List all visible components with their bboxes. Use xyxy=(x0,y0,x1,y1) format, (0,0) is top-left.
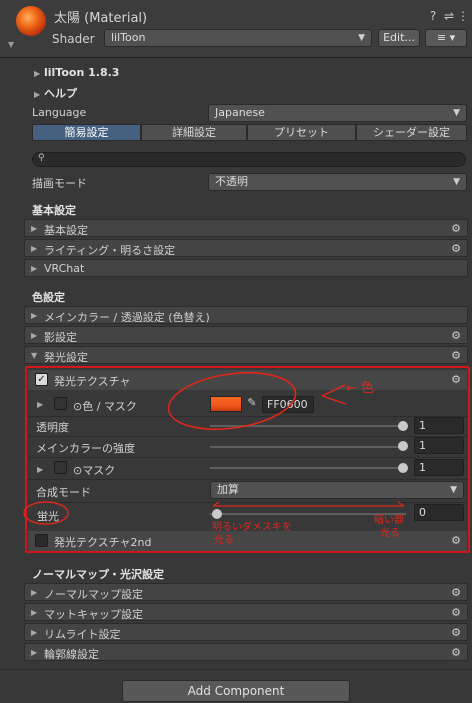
annotation-right-note-1: 暗い部 xyxy=(374,515,404,526)
divider xyxy=(0,669,472,670)
section-label: リムライト設定 xyxy=(44,628,121,641)
section-label: 輪郭線設定 xyxy=(44,648,99,661)
gear-icon[interactable]: ⚙ xyxy=(451,626,461,639)
foldout-arrow-icon: ▶ xyxy=(31,648,38,657)
section-normal-map[interactable]: ▶ ノーマルマップ設定 ⚙ xyxy=(24,583,468,601)
section-rimlight[interactable]: ▶ リムライト設定 ⚙ xyxy=(24,623,468,641)
gear-icon[interactable]: ⚙ xyxy=(451,646,461,659)
annotation-arrow xyxy=(321,384,347,405)
section-label: マットキャップ設定 xyxy=(44,608,143,621)
add-component-button[interactable]: Add Component xyxy=(122,680,350,702)
normal-heading: ノーマルマップ・光沢設定 xyxy=(32,568,164,581)
gear-icon[interactable]: ⚙ xyxy=(451,606,461,619)
annotation-left-note-1: 明るいダメスキを xyxy=(212,522,292,533)
section-outline[interactable]: ▶ 輪郭線設定 ⚙ xyxy=(24,643,468,661)
foldout-arrow-icon: ▶ xyxy=(31,588,38,597)
section-matcap[interactable]: ▶ マットキャップ設定 ⚙ xyxy=(24,603,468,621)
foldout-arrow-icon: ▶ xyxy=(31,628,38,637)
section-label: ノーマルマップ設定 xyxy=(44,588,143,601)
annotation-right-note-2: 光る xyxy=(380,528,400,539)
annotation-circle-color xyxy=(167,372,297,430)
gear-icon[interactable]: ⚙ xyxy=(451,586,461,599)
annotation-color-note: ← 色 xyxy=(346,381,375,396)
annotation-circle-fluorescence xyxy=(23,501,69,525)
annotation-left-note-2: 光る xyxy=(214,535,234,546)
foldout-arrow-icon: ▶ xyxy=(31,608,38,617)
annotation-range-arrow xyxy=(212,501,405,507)
